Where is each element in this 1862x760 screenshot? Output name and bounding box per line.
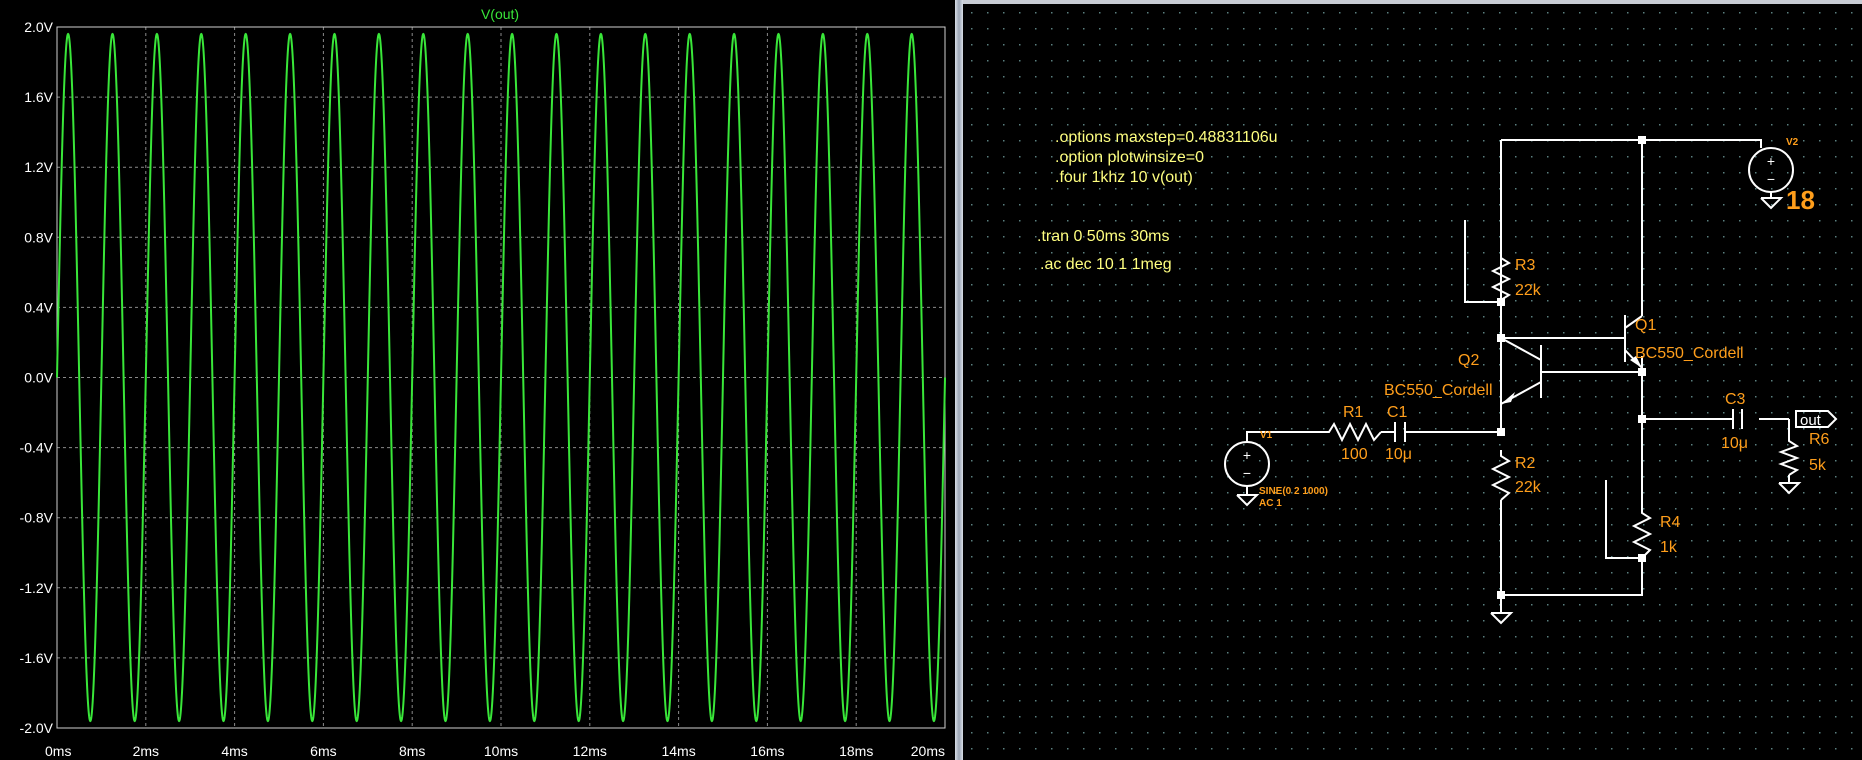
v1-plus-sign: + — [1243, 447, 1251, 463]
x-axis-ticks: 0ms 2ms 4ms 6ms 8ms 10ms 12ms 14ms 16ms 18ms 20ms — [45, 743, 945, 759]
y-tick-label: -0.4V — [20, 440, 54, 456]
y-tick-label: -1.2V — [20, 580, 54, 596]
r4-name: R4 — [1660, 514, 1681, 531]
x-tick-label: 10ms — [484, 743, 518, 759]
q1-name: Q1 — [1635, 317, 1656, 334]
c1-value: 10μ — [1385, 446, 1412, 463]
directive-tran[interactable]: .tran 0 50ms 30ms — [1037, 228, 1170, 245]
schematic-pane[interactable]: .options maxstep=0.48831106u .option plo… — [963, 0, 1862, 760]
v1-name: V1 — [1260, 430, 1273, 441]
directive-options-maxstep[interactable]: .options maxstep=0.48831106u — [1055, 129, 1278, 146]
waveform-chart[interactable]: V(out) 2.0V 1.6V 1.2V 0.8V 0.4V 0.0V -0.4V -0.8… — [0, 0, 955, 760]
r6-value: 5k — [1809, 457, 1827, 474]
x-tick-label: 6ms — [310, 743, 336, 759]
directive-four[interactable]: .four 1khz 10 v(out) — [1055, 169, 1193, 186]
v2-minus-sign: − — [1767, 171, 1775, 187]
directive-option-plotwinsize[interactable]: .option plotwinsize=0 — [1055, 149, 1204, 166]
x-tick-label: 14ms — [661, 743, 695, 759]
r1-name: R1 — [1343, 404, 1364, 421]
c3-name: C3 — [1725, 391, 1746, 408]
transistor-q2[interactable]: Q2 BC550_Cordell — [1384, 337, 1542, 432]
v2-name: V2 — [1786, 137, 1799, 148]
resistor-r6[interactable]: R6 5k — [1778, 431, 1830, 495]
ground-symbol[interactable] — [1490, 612, 1514, 625]
v2-plus-sign: + — [1767, 153, 1775, 169]
junctions — [1497, 136, 1646, 599]
trace-title[interactable]: V(out) — [481, 6, 519, 22]
wires — [1246, 139, 1790, 613]
y-tick-label: 2.0V — [24, 19, 53, 35]
net-label-out[interactable]: out — [1795, 410, 1838, 429]
q1-model: BC550_Cordell — [1635, 345, 1744, 362]
schematic-canvas[interactable]: .options maxstep=0.48831106u .option plo… — [963, 0, 1862, 760]
q2-model: BC550_Cordell — [1384, 382, 1493, 399]
y-tick-label: -2.0V — [20, 720, 54, 736]
r1-value: 100 — [1341, 446, 1368, 463]
v1-value-line1: SINE(0 2 1000) — [1259, 486, 1328, 497]
v1-value-line2: AC 1 — [1259, 498, 1282, 509]
y-tick-label: 0.4V — [24, 299, 53, 315]
r6-name: R6 — [1809, 431, 1830, 448]
y-tick-label: 0.0V — [24, 370, 53, 386]
y-tick-label: 1.2V — [24, 159, 53, 175]
x-tick-label: 16ms — [750, 743, 784, 759]
x-tick-label: 20ms — [911, 743, 945, 759]
capacitor-c3[interactable]: C3 10μ — [1721, 391, 1748, 452]
directive-ac[interactable]: .ac dec 10 1 1meg — [1040, 256, 1172, 273]
capacitor-c1[interactable]: C1 10μ — [1385, 404, 1412, 463]
r3-name: R3 — [1515, 257, 1536, 274]
x-tick-label: 0ms — [45, 743, 71, 759]
c3-value: 10μ — [1721, 435, 1748, 452]
y-tick-label: -0.8V — [20, 510, 54, 526]
pane-splitter[interactable] — [955, 0, 963, 760]
c1-name: C1 — [1387, 404, 1408, 421]
r3-value: 22k — [1515, 282, 1542, 299]
r2-value: 22k — [1515, 479, 1542, 496]
waveform-plot-pane[interactable]: V(out) 2.0V 1.6V 1.2V 0.8V 0.4V 0.0V -0.4V -0.8… — [0, 0, 955, 760]
voltage-source-v1[interactable]: + − V1 SINE(0 2 1000) AC 1 — [1224, 430, 1328, 509]
resistor-r4[interactable]: R4 1k — [1631, 508, 1681, 559]
v1-minus-sign: − — [1243, 465, 1251, 481]
x-tick-label: 4ms — [221, 743, 247, 759]
y-axis-ticks: 2.0V 1.6V 1.2V 0.8V 0.4V 0.0V -0.4V -0.8V -1.2V -… — [20, 19, 54, 736]
net-label-out-text: out — [1800, 412, 1822, 429]
x-tick-label: 12ms — [573, 743, 607, 759]
voltage-source-v2[interactable]: + − V2 18 — [1748, 137, 1815, 215]
x-tick-label: 18ms — [839, 743, 873, 759]
y-tick-label: 1.6V — [24, 89, 53, 105]
y-tick-label: 0.8V — [24, 229, 53, 245]
transistor-q1[interactable]: Q1 BC550_Cordell — [1624, 315, 1744, 369]
v2-value: 18 — [1786, 185, 1815, 215]
y-tick-label: -1.6V — [20, 650, 54, 666]
x-tick-label: 8ms — [399, 743, 425, 759]
schematic-dot-grid — [971, 12, 1853, 750]
x-tick-label: 2ms — [133, 743, 159, 759]
r4-value: 1k — [1660, 539, 1678, 556]
r2-name: R2 — [1515, 455, 1536, 472]
q2-name: Q2 — [1458, 352, 1479, 369]
